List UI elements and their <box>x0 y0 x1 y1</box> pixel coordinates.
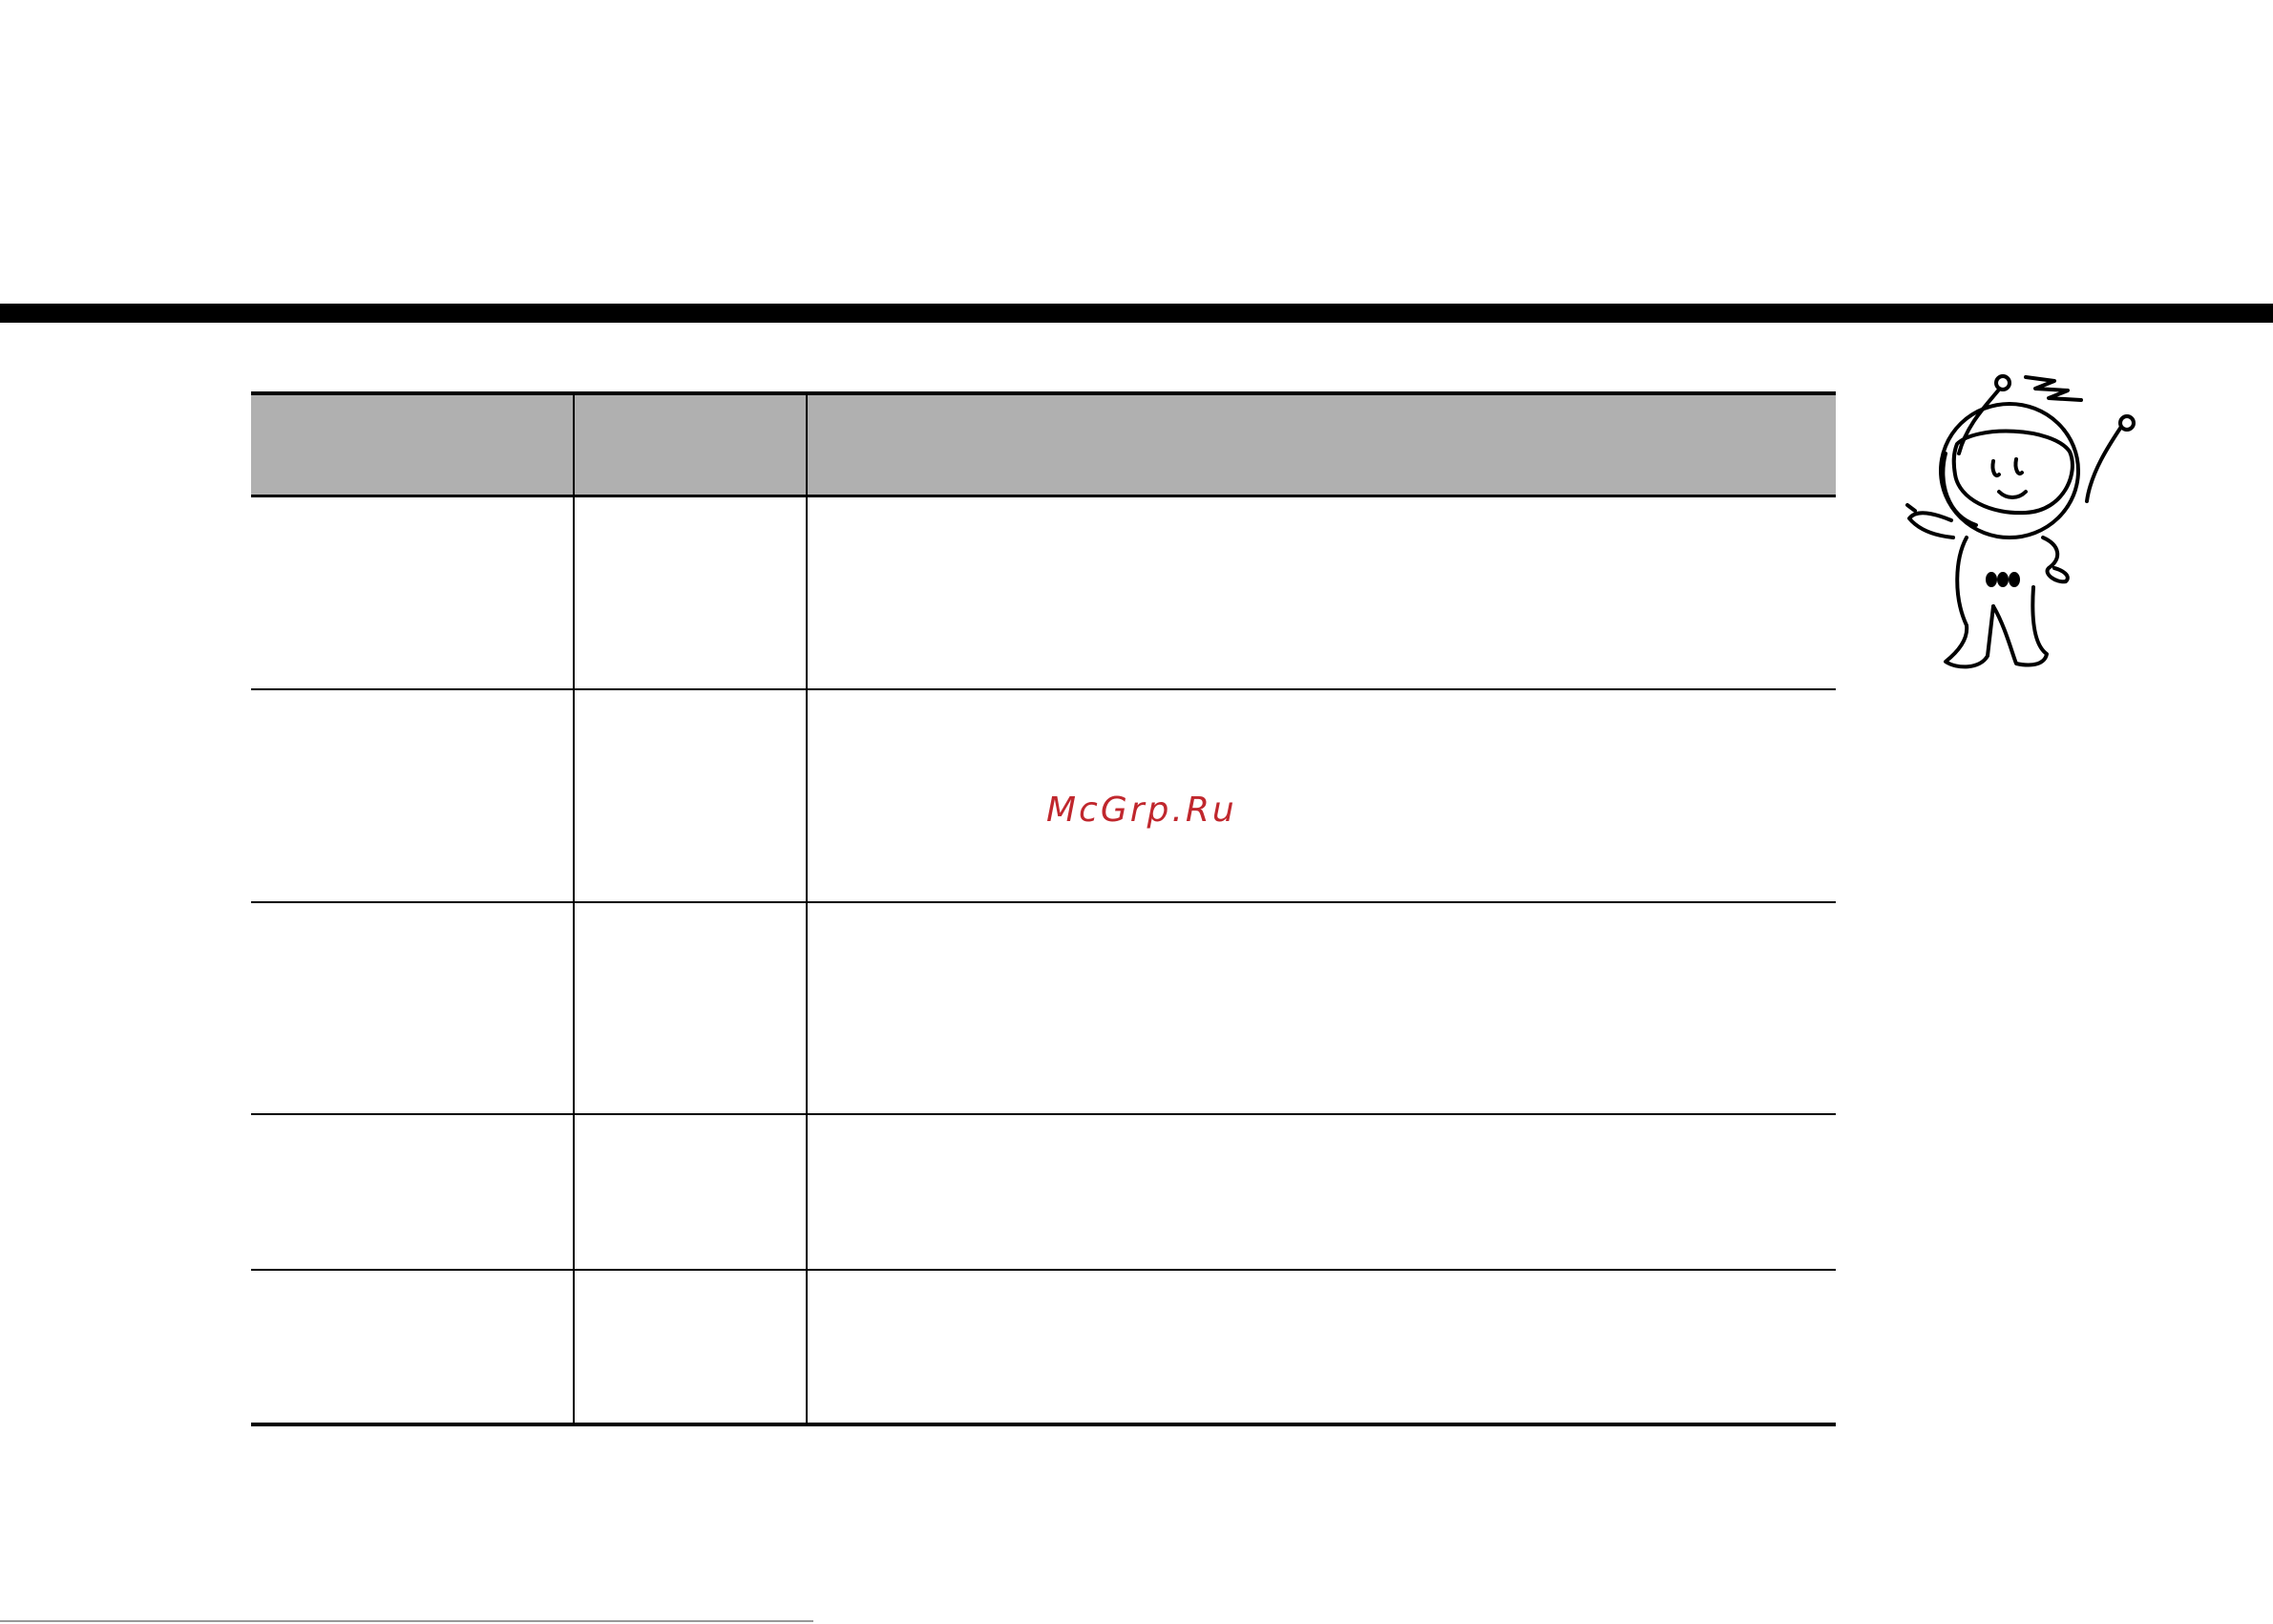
robot-mascot-icon <box>1900 368 2148 673</box>
table-row <box>251 1112 1836 1270</box>
table-row <box>251 1268 1836 1426</box>
table-cell <box>573 496 807 689</box>
table-cell <box>573 1268 807 1426</box>
table-cell <box>806 687 1836 902</box>
table-cell <box>251 1112 574 1270</box>
table-header-row <box>251 391 1836 497</box>
table-cell <box>806 1112 1836 1270</box>
table-cell <box>573 687 807 902</box>
table-row <box>251 687 1836 902</box>
table-cell <box>251 900 574 1114</box>
table-row <box>251 900 1836 1114</box>
table-row <box>251 496 1836 689</box>
table-cell <box>806 1268 1836 1426</box>
manual-table <box>251 391 1836 1426</box>
table-cell <box>251 1268 574 1426</box>
table-cell <box>573 900 807 1114</box>
header-cell <box>806 391 1836 497</box>
watermark: McGrp.Ru <box>1046 791 1237 830</box>
top-rule <box>0 304 2273 323</box>
table-cell <box>573 1112 807 1270</box>
table-cell <box>251 687 574 902</box>
table-cell <box>806 496 1836 689</box>
table-cell <box>251 496 574 689</box>
manual-table-container <box>251 391 1836 1426</box>
table-cell <box>806 900 1836 1114</box>
header-cell <box>251 391 574 497</box>
page-bottom-edge <box>0 1620 813 1622</box>
header-cell <box>573 391 807 497</box>
